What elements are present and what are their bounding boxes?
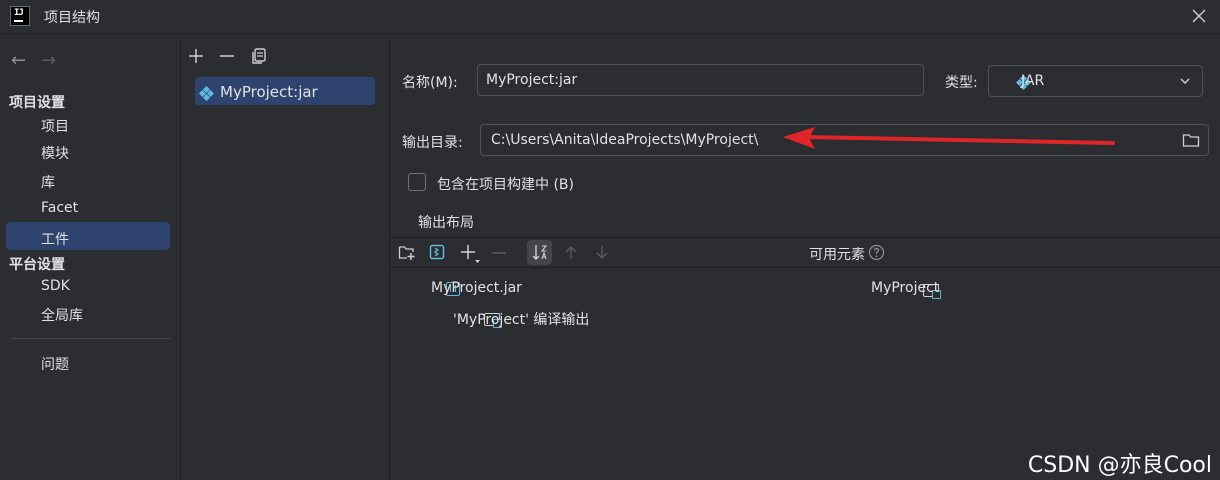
output-dir-label: 输出目录: (402, 135, 463, 151)
window-title: 项目结构 (44, 10, 100, 26)
intellij-app-icon: IJ (10, 6, 30, 26)
sidebar-item-libraries[interactable]: 库 (41, 172, 55, 192)
create-archive-icon[interactable] (429, 244, 445, 260)
close-icon[interactable] (1186, 3, 1212, 29)
sidebar-item-global-libraries[interactable]: 全局库 (41, 305, 83, 325)
annotation-arrow (783, 127, 1115, 149)
artifact-diamond-icon (198, 85, 215, 101)
help-icon[interactable] (868, 244, 885, 261)
sidebar-selection (6, 222, 170, 250)
type-label: 类型: (945, 75, 978, 91)
available-elements-title: 可用元素 (809, 247, 865, 263)
include-in-build-checkbox[interactable] (408, 173, 426, 191)
sidebar-item-artifacts[interactable]: 工件 (41, 229, 69, 249)
artifact-list-item-label: MyProject:jar (220, 83, 318, 101)
sidebar-item-facets[interactable]: Facet (41, 200, 78, 216)
artifact-list-panel (181, 40, 390, 480)
type-dropdown-value: JAR (1021, 73, 1045, 89)
add-icon[interactable] (187, 47, 205, 65)
layout-toolbar (391, 237, 1220, 268)
title-bar (0, 0, 1220, 34)
sidebar-item-problems[interactable]: 问题 (41, 354, 69, 374)
include-in-build-label: 包含在项目构建中 (B) (437, 177, 574, 193)
sidebar-item-sdk[interactable]: SDK (41, 278, 70, 294)
name-label: 名称(M): (402, 75, 458, 91)
remove-element-icon[interactable] (490, 245, 508, 261)
layout-tree-item-compile-output[interactable]: 'MyProject' 编译输出 (453, 309, 589, 329)
copy-icon[interactable] (250, 47, 268, 65)
sidebar-divider (10, 338, 170, 339)
section-platform-settings: 平台设置 (9, 257, 65, 273)
new-directory-icon[interactable] (398, 244, 416, 261)
move-down-icon[interactable] (594, 244, 610, 261)
add-copy-icon[interactable] (459, 243, 481, 263)
browse-folder-icon[interactable] (1182, 132, 1200, 148)
sidebar-item-modules[interactable]: 模块 (41, 143, 69, 163)
section-project-settings: 项目设置 (9, 95, 65, 111)
chevron-down-icon (1180, 78, 1190, 84)
layout-tree-item-jar[interactable]: MyProject.jar (431, 280, 522, 296)
back-arrow-icon[interactable]: ← (11, 50, 26, 71)
sort-alpha-icon (532, 245, 548, 260)
output-dir-value: C:\Users\Anita\IdeaProjects\MyProject\ (491, 132, 759, 148)
name-field-value: MyProject:jar (486, 72, 578, 88)
output-layout-title: 输出布局 (418, 215, 474, 231)
forward-arrow-icon[interactable]: → (41, 50, 56, 71)
available-element-module[interactable]: MyProject (871, 280, 939, 296)
move-up-icon[interactable] (563, 244, 579, 261)
sidebar-item-project[interactable]: 项目 (41, 116, 69, 136)
watermark-text: CSDN @亦良Cool (1027, 453, 1212, 478)
remove-icon[interactable] (218, 47, 236, 65)
